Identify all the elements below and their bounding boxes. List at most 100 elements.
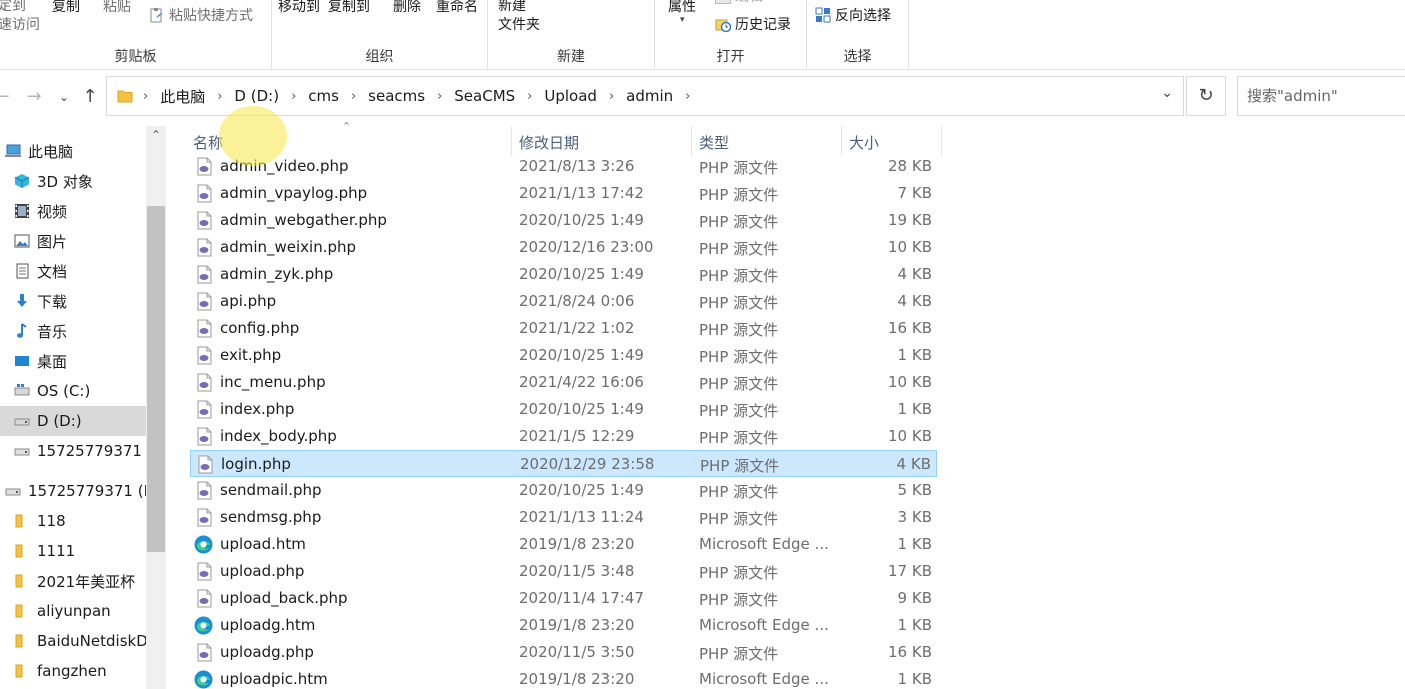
breadcrumb-chevron-icon[interactable]: › bbox=[679, 89, 696, 104]
column-divider[interactable] bbox=[841, 126, 842, 156]
breadcrumb-chevron-icon[interactable]: › bbox=[521, 89, 538, 104]
column-divider[interactable] bbox=[941, 126, 942, 156]
sidebar-scrollbar-thumb[interactable] bbox=[147, 206, 165, 552]
file-row[interactable]: inc_menu.php 2021/4/22 16:06 PHP 源文件 10 KB bbox=[190, 369, 937, 396]
rename-button[interactable]: 重命名 bbox=[436, 0, 478, 17]
file-row[interactable]: sendmail.php 2020/10/25 1:49 PHP 源文件 5 KB bbox=[190, 477, 937, 504]
breadcrumb-chevron-icon[interactable]: › bbox=[345, 89, 362, 104]
file-row[interactable]: admin_zyk.php 2020/10/25 1:49 PHP 源文件 4 KB bbox=[190, 261, 937, 288]
paste-shortcut-label: 粘贴快捷方式 bbox=[169, 8, 253, 24]
breadcrumb-cms[interactable]: cms bbox=[302, 87, 345, 105]
file-row[interactable]: admin_webgather.php 2020/10/25 1:49 PHP 源文… bbox=[190, 207, 937, 234]
column-header-type[interactable]: 类型 bbox=[699, 132, 729, 153]
search-input[interactable] bbox=[1238, 77, 1405, 115]
file-type: PHP 源文件 bbox=[699, 159, 779, 177]
sidebar-item[interactable]: 下载 bbox=[0, 286, 146, 316]
drive-icon bbox=[13, 413, 31, 429]
address-bar[interactable]: › 此电脑 › D (D:) › cms › seacms › SeaCMS ›… bbox=[106, 76, 1184, 116]
file-row[interactable]: index.php 2020/10/25 1:49 PHP 源文件 1 KB bbox=[190, 396, 937, 423]
column-header-date[interactable]: 修改日期 bbox=[519, 132, 579, 153]
file-row[interactable]: uploadg.php 2020/11/5 3:50 PHP 源文件 16 KB bbox=[190, 639, 937, 666]
sidebar-scrollbar[interactable]: ⌃ bbox=[146, 126, 166, 689]
breadcrumb-chevron-icon[interactable]: › bbox=[603, 89, 620, 104]
breadcrumb-chevron-icon[interactable]: › bbox=[137, 89, 154, 104]
copy-to-button[interactable]: 复制到 bbox=[328, 0, 370, 17]
file-row[interactable]: upload.htm 2019/1/8 23:20 Microsoft Edge .… bbox=[190, 531, 937, 558]
file-row[interactable]: admin_vpaylog.php 2021/1/13 17:42 PHP 源文件 7… bbox=[190, 180, 937, 207]
paste-shortcut-button[interactable]: 粘贴快捷方式 bbox=[149, 6, 253, 26]
recent-locations-chevron-icon[interactable]: ⌄ bbox=[52, 85, 76, 109]
sidebar-item[interactable]: 桌面 bbox=[0, 346, 146, 376]
column-header-size[interactable]: 大小 bbox=[849, 132, 879, 153]
file-type: PHP 源文件 bbox=[699, 321, 779, 339]
file-size: 1 KB bbox=[897, 346, 932, 364]
file-row[interactable]: api.php 2021/8/24 0:06 PHP 源文件 4 KB bbox=[190, 288, 937, 315]
file-size: 10 KB bbox=[888, 427, 932, 445]
new-folder-button[interactable]: 新建 文件夹 bbox=[498, 0, 540, 35]
search-box[interactable] bbox=[1237, 76, 1405, 116]
column-divider[interactable] bbox=[511, 126, 512, 156]
file-row[interactable]: exit.php 2020/10/25 1:49 PHP 源文件 1 KB bbox=[190, 342, 937, 369]
breadcrumb-chevron-icon[interactable]: › bbox=[211, 89, 228, 104]
file-row[interactable]: upload.php 2020/11/5 3:48 PHP 源文件 17 KB bbox=[190, 558, 937, 585]
folder-icon bbox=[13, 633, 31, 649]
move-to-button[interactable]: 移动到 bbox=[278, 0, 320, 17]
forward-arrow-icon[interactable]: → bbox=[22, 85, 46, 109]
sidebar-item[interactable]: 118 bbox=[0, 506, 146, 536]
file-row[interactable]: admin_weixin.php 2020/12/16 23:00 PHP 源文件 1… bbox=[190, 234, 937, 261]
breadcrumb-chevron-icon[interactable]: › bbox=[285, 89, 302, 104]
sidebar-item[interactable]: OS (C:) bbox=[0, 376, 146, 406]
sidebar-item[interactable]: BaiduNetdiskDo bbox=[0, 626, 146, 656]
navigation-bar: ← → ⌄ ↑ › 此电脑 › D (D:) › cms › seacms › … bbox=[0, 71, 1405, 125]
breadcrumb-seacms[interactable]: seacms bbox=[362, 87, 431, 105]
history-button[interactable]: 历史记录 bbox=[715, 15, 791, 35]
file-name: index.php bbox=[220, 400, 295, 418]
sidebar-item-label: fangzhen bbox=[37, 662, 107, 680]
column-header-name[interactable]: 名称 bbox=[193, 132, 223, 153]
edge-html-icon bbox=[194, 535, 213, 554]
scroll-up-icon[interactable]: ⌃ bbox=[146, 128, 166, 142]
properties-dropdown-icon[interactable]: ▾ bbox=[680, 15, 685, 25]
sidebar-item[interactable]: 音乐 bbox=[0, 316, 146, 346]
sidebar-item[interactable]: 15725779371 (E: bbox=[0, 476, 146, 506]
sidebar-item[interactable]: aliyunpan bbox=[0, 596, 146, 626]
address-dropdown-chevron-icon[interactable]: ⌄ bbox=[1161, 85, 1173, 101]
pin-quick-access-button[interactable]: 定到 速访问 bbox=[0, 0, 40, 35]
file-row[interactable]: index_body.php 2021/1/5 12:29 PHP 源文件 10 KB bbox=[190, 423, 937, 450]
sidebar-item[interactable]: 文档 bbox=[0, 256, 146, 286]
breadcrumb-drive-d[interactable]: D (D:) bbox=[228, 87, 285, 105]
sidebar-item[interactable]: 视频 bbox=[0, 196, 146, 226]
file-row[interactable]: uploadpic.htm 2019/1/8 23:20 Microsoft Edg… bbox=[190, 666, 937, 689]
breadcrumb-upload[interactable]: Upload bbox=[538, 87, 603, 105]
breadcrumb-this-pc[interactable]: 此电脑 bbox=[154, 86, 211, 107]
file-row[interactable]: upload_back.php 2020/11/4 17:47 PHP 源文件 9 K… bbox=[190, 585, 937, 612]
file-row[interactable]: sendmsg.php 2021/1/13 11:24 PHP 源文件 3 KB bbox=[190, 504, 937, 531]
file-size: 5 KB bbox=[897, 481, 932, 499]
file-row[interactable]: admin_video.php 2021/8/13 3:26 PHP 源文件 28 K… bbox=[190, 153, 937, 180]
sidebar-item[interactable]: 1111 bbox=[0, 536, 146, 566]
sidebar-item[interactable]: 此电脑 bbox=[0, 136, 146, 166]
invert-selection-button[interactable]: 反向选择 bbox=[815, 6, 891, 26]
sidebar-item[interactable]: 3D 对象 bbox=[0, 166, 146, 196]
up-arrow-icon[interactable]: ↑ bbox=[78, 85, 102, 109]
column-divider[interactable] bbox=[691, 126, 692, 156]
sidebar-item[interactable]: 图片 bbox=[0, 226, 146, 256]
edit-button[interactable]: 编辑 bbox=[715, 0, 763, 7]
file-type: PHP 源文件 bbox=[699, 483, 779, 501]
delete-button[interactable]: 删除 bbox=[393, 0, 421, 17]
paste-button[interactable]: 粘贴 bbox=[103, 0, 131, 17]
breadcrumb-admin[interactable]: admin bbox=[620, 87, 679, 105]
open-group-label: 打开 bbox=[716, 49, 745, 65]
sidebar-item[interactable]: 15725779371 ( bbox=[0, 436, 146, 466]
sidebar-item[interactable]: 2021年美亚杯 bbox=[0, 566, 146, 596]
file-row[interactable]: config.php 2021/1/22 1:02 PHP 源文件 16 KB bbox=[190, 315, 937, 342]
file-row[interactable]: uploadg.htm 2019/1/8 23:20 Microsoft Edge … bbox=[190, 612, 937, 639]
sidebar-item[interactable]: D (D:) bbox=[0, 406, 146, 436]
refresh-button[interactable]: ↻ bbox=[1186, 76, 1226, 116]
file-row[interactable]: login.php 2020/12/29 23:58 PHP 源文件 4 KB bbox=[190, 450, 937, 477]
sidebar-item[interactable]: fangzhen bbox=[0, 656, 146, 686]
breadcrumb-chevron-icon[interactable]: › bbox=[431, 89, 448, 104]
breadcrumb-seacms-upper[interactable]: SeaCMS bbox=[448, 87, 521, 105]
back-arrow-icon[interactable]: ← bbox=[0, 85, 14, 109]
copy-button[interactable]: 复制 bbox=[52, 0, 80, 17]
